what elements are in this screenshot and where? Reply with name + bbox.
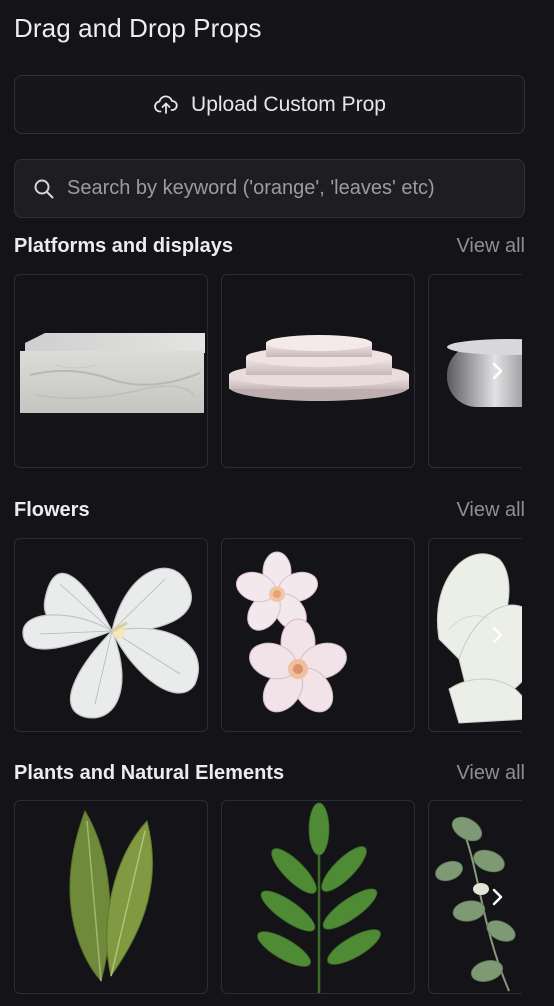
panel-title: Drag and Drop Props xyxy=(14,13,262,43)
prop-card-fern-branch[interactable] xyxy=(221,800,415,994)
section-title: Platforms and displays xyxy=(14,235,233,257)
section-title: Flowers xyxy=(14,499,90,521)
prop-card-round-pedestal[interactable] xyxy=(221,274,415,468)
view-all-platforms-link[interactable]: View all xyxy=(456,235,525,258)
prop-card-silver-tray[interactable] xyxy=(428,274,522,468)
chevron-right-icon[interactable] xyxy=(486,360,508,382)
cloud-upload-icon xyxy=(154,94,178,114)
section-plants-header: Plants and Natural Elements View all xyxy=(14,762,525,785)
plants-carousel xyxy=(14,800,524,994)
marble-block-image xyxy=(20,333,205,413)
hibiscus-image xyxy=(22,567,200,719)
section-platforms-header: Platforms and displays View all xyxy=(14,235,525,258)
chevron-right-icon[interactable] xyxy=(486,886,508,908)
search-field[interactable] xyxy=(14,159,525,218)
section-flowers-header: Flowers View all xyxy=(14,499,525,522)
view-all-plants-link[interactable]: View all xyxy=(456,762,525,785)
eucalyptus-image xyxy=(435,816,516,992)
prop-card-marble-block[interactable] xyxy=(14,274,208,468)
upload-custom-prop-button[interactable]: Upload Custom Prop xyxy=(14,75,525,134)
search-icon xyxy=(34,179,54,198)
upload-button-label: Upload Custom Prop xyxy=(191,92,386,116)
props-panel: Drag and Drop Props Upload Custom Prop P… xyxy=(0,0,554,1006)
chevron-right-icon[interactable] xyxy=(486,624,508,646)
green-leaves-image xyxy=(69,809,153,983)
platforms-carousel xyxy=(14,274,524,468)
prop-card-green-leaves[interactable] xyxy=(14,800,208,994)
prop-card-hibiscus[interactable] xyxy=(14,538,208,732)
cherry-blossom-image xyxy=(235,551,347,713)
view-all-flowers-link[interactable]: View all xyxy=(456,499,525,522)
round-pedestal-image xyxy=(229,335,409,401)
flowers-carousel xyxy=(14,538,524,732)
prop-card-cherry-blossom[interactable] xyxy=(221,538,415,732)
section-title: Plants and Natural Elements xyxy=(14,762,285,784)
silver-tray-image xyxy=(447,339,522,407)
prop-card-eucalyptus[interactable] xyxy=(428,800,522,994)
prop-card-magnolia[interactable] xyxy=(428,538,522,732)
search-input[interactable] xyxy=(67,177,524,200)
fern-branch-image xyxy=(257,802,381,993)
magnolia-image xyxy=(437,553,522,724)
